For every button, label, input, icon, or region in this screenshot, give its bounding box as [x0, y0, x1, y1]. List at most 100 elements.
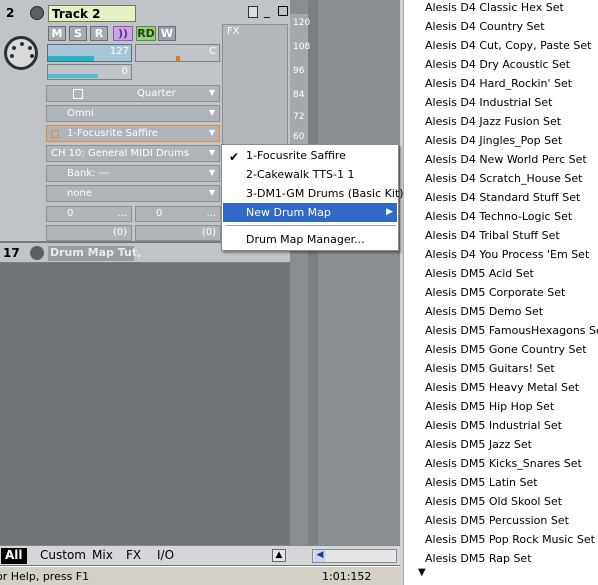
meter-fill — [48, 74, 98, 78]
drum-map-item[interactable]: Alesis DM5 Rap Set — [425, 552, 532, 565]
more-icon: ... — [117, 208, 127, 219]
solo-button[interactable]: S — [69, 26, 87, 41]
drum-map-item[interactable]: Alesis DM5 Demo Set — [425, 305, 543, 318]
write-automation-button[interactable]: W — [158, 26, 176, 41]
pan-slider[interactable]: C — [135, 44, 220, 62]
menu-item-label: New Drum Map — [246, 206, 331, 219]
tab-fx[interactable]: FX — [122, 548, 145, 564]
vertical-scrollbar[interactable] — [308, 0, 318, 545]
output-context-menu: ✔ 1-Focusrite Saffire 2-Cakewalk TTS-1 1… — [221, 144, 404, 251]
level-meter[interactable]: 0 — [47, 64, 132, 80]
menu-item-focusrite[interactable]: ✔ 1-Focusrite Saffire — [223, 146, 397, 165]
track-icon[interactable] — [30, 246, 44, 260]
drum-map-item[interactable]: Alesis D4 Jingles_Pop Set — [425, 134, 562, 147]
menu-item-drum-map-manager[interactable]: Drum Map Manager... — [223, 230, 397, 249]
patch-dropdown[interactable]: none ▼ — [46, 185, 220, 202]
input-dropdown[interactable]: Omni ▼ — [46, 105, 220, 122]
track-number: 17 — [3, 246, 20, 260]
bank-value: Bank: --- — [67, 168, 110, 179]
ruler-tick: 108 — [293, 42, 311, 52]
drum-map-item[interactable]: Alesis D4 Cut, Copy, Paste Set — [425, 39, 591, 52]
volume-trim-value: (0) — [112, 227, 127, 238]
input-echo-button[interactable]: )) — [113, 26, 133, 41]
track-number: 2 — [6, 6, 15, 20]
submenu-arrow-icon: ▶ — [386, 207, 393, 217]
drum-map-item[interactable]: Alesis DM5 Heavy Metal Set — [425, 381, 579, 394]
quantize-dropdown[interactable]: Quarter ▼ — [46, 85, 220, 102]
drum-map-item[interactable]: Alesis DM5 Industrial Set — [425, 419, 562, 432]
menu-item-dm1[interactable]: 3-DM1-GM Drums (Basic Kit) — [223, 184, 404, 203]
menu-item-label: 3-DM1-GM Drums (Basic Kit) — [246, 187, 404, 200]
track-icon[interactable] — [30, 6, 44, 20]
menu-item-label: 1-Focusrite Saffire — [246, 149, 346, 162]
track-name-field[interactable]: Track 2 — [48, 5, 136, 22]
tab-all[interactable]: All — [1, 548, 27, 564]
scroll-down-icon[interactable]: ▼ — [418, 567, 426, 578]
channel-dropdown[interactable]: CH 10: General MIDI Drums ▼ — [46, 145, 220, 162]
track-menu-icon[interactable] — [248, 6, 258, 18]
fx-label: FX — [227, 26, 240, 37]
drum-map-item[interactable]: Alesis D4 Classic Hex Set — [425, 1, 564, 14]
drum-map-item[interactable]: Alesis DM5 Corporate Set — [425, 286, 565, 299]
track-name-field[interactable]: Drum Map Tut, — [48, 246, 141, 261]
key-offset-field[interactable]: 0 ... — [46, 206, 132, 222]
mute-button[interactable]: M — [48, 26, 66, 41]
output-icon — [51, 130, 59, 138]
volume-slider[interactable]: 127 — [47, 44, 132, 62]
checkbox-icon[interactable] — [73, 89, 83, 99]
drum-map-item[interactable]: Alesis D4 Dry Acoustic Set — [425, 58, 570, 71]
volume-value: 127 — [109, 46, 129, 57]
drum-map-item[interactable]: Alesis DM5 Kicks_Snares Set — [425, 457, 582, 470]
drum-map-item[interactable]: Alesis DM5 Gone Country Set — [425, 343, 587, 356]
drum-map-item[interactable]: Alesis D4 Standard Stuff Set — [425, 191, 580, 204]
dropdown-arrow-icon: ▼ — [208, 108, 215, 117]
drum-map-item[interactable]: Alesis DM5 Latin Set — [425, 476, 538, 489]
menu-item-new-drum-map[interactable]: New Drum Map ▶ — [223, 203, 397, 222]
drum-map-submenu: Alesis D4 Classic Hex Set Alesis D4 Count… — [403, 0, 598, 585]
tab-mix[interactable]: Mix — [88, 548, 117, 564]
drum-map-item[interactable]: Alesis D4 You Process 'Em Set — [425, 248, 589, 261]
record-arm-button[interactable]: R — [90, 26, 108, 41]
drum-map-item[interactable]: Alesis D4 New World Perc Set — [425, 153, 587, 166]
ruler-tick: 60 — [293, 132, 305, 142]
track-view-tabs: All Custom Mix FX I/O ▲ ◀ — [0, 545, 400, 565]
dropdown-arrow-icon: ▼ — [208, 88, 215, 97]
drum-map-item[interactable]: Alesis D4 Scratch_House Set — [425, 172, 583, 185]
drum-map-item[interactable]: Alesis DM5 Old Skool Set — [425, 495, 562, 508]
status-bar: or Help, press F1 1:01:152 — [0, 566, 400, 585]
pan-trim-field[interactable]: (0) — [135, 225, 221, 241]
drum-map-item[interactable]: Alesis DM5 Pop Rock Music Set — [425, 533, 595, 546]
maximize-icon[interactable] — [278, 6, 288, 16]
menu-item-tts1[interactable]: 2-Cakewalk TTS-1 1 — [223, 165, 397, 184]
drum-map-item[interactable]: Alesis DM5 FamousHexagons Set — [425, 324, 598, 337]
drum-map-item[interactable]: Alesis DM5 Acid Set — [425, 267, 534, 280]
bank-dropdown[interactable]: Bank: --- ▼ — [46, 165, 220, 182]
time-offset-field[interactable]: 0 ... — [135, 206, 221, 222]
horizontal-scrollbar[interactable]: ◀ — [312, 549, 397, 563]
drum-map-item[interactable]: Alesis DM5 Hip Hop Set — [425, 400, 554, 413]
minimize-icon[interactable]: _ — [264, 5, 270, 17]
drum-map-item[interactable]: Alesis D4 Tribal Stuff Set — [425, 229, 560, 242]
tab-io[interactable]: I/O — [153, 548, 178, 564]
track-pane-empty[interactable] — [0, 263, 290, 545]
dropdown-arrow-icon: ▼ — [208, 148, 215, 157]
ruler-tick: 120 — [293, 18, 311, 28]
meter-value: 0 — [121, 66, 128, 77]
drum-map-item[interactable]: Alesis D4 Hard_Rockin' Set — [425, 77, 572, 90]
drum-map-item[interactable]: Alesis D4 Country Set — [425, 20, 545, 33]
drum-map-item[interactable]: Alesis DM5 Guitars! Set — [425, 362, 555, 375]
volume-trim-field[interactable]: (0) — [46, 225, 132, 241]
drum-map-item[interactable]: Alesis D4 Industrial Set — [425, 96, 552, 109]
drum-map-item[interactable]: Alesis DM5 Jazz Set — [425, 438, 532, 451]
scroll-up-icon[interactable]: ▲ — [272, 549, 286, 562]
drum-map-item[interactable]: Alesis DM5 Percussion Set — [425, 514, 569, 527]
output-dropdown[interactable]: 1-Focusrite Saffire ▼ — [46, 125, 220, 142]
drum-map-item[interactable]: Alesis D4 Jazz Fusion Set — [425, 115, 561, 128]
midi-port-icon — [4, 36, 38, 70]
drum-map-item[interactable]: Alesis D4 Techno-Logic Set — [425, 210, 572, 223]
read-automation-button[interactable]: RD — [136, 26, 156, 41]
scroll-left-icon[interactable]: ◀ — [314, 550, 326, 562]
more-icon: ... — [206, 208, 216, 219]
tab-custom[interactable]: Custom — [36, 548, 90, 564]
output-value: 1-Focusrite Saffire — [67, 128, 158, 139]
